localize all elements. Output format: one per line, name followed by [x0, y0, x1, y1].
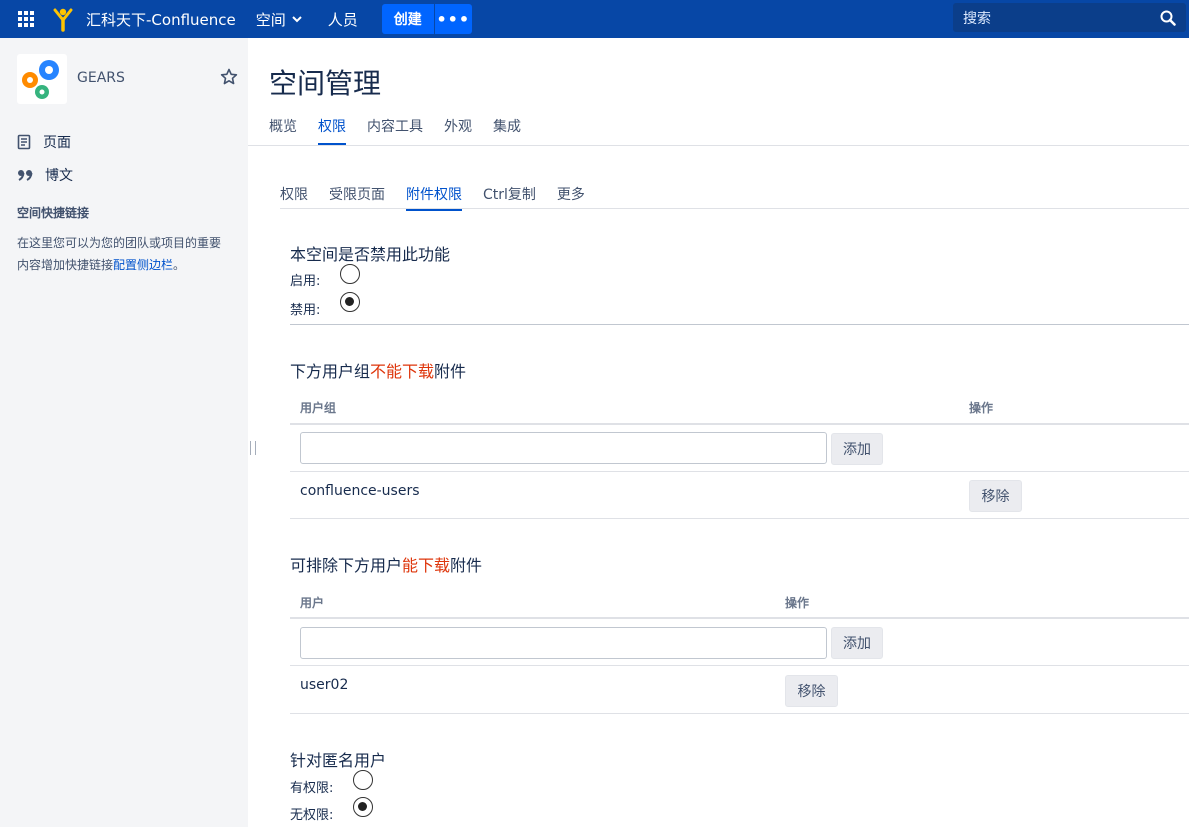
site-brand-name[interactable]: 汇科天下-Confluence	[86, 9, 236, 30]
sidebar-item-label: 页面	[43, 135, 71, 151]
subtab-more[interactable]: 更多	[557, 184, 585, 211]
add-group-button[interactable]: 添加	[831, 433, 883, 465]
column-header-user: 用户	[300, 596, 325, 610]
no-permission-radio[interactable]	[353, 797, 373, 817]
app-switcher-icon[interactable]	[0, 0, 52, 38]
space-name[interactable]: GEARS	[77, 70, 125, 86]
tabs-divider	[248, 145, 1189, 146]
tab-look-and-feel[interactable]: 外观	[444, 116, 472, 145]
shortcuts-desc-end: 。	[173, 258, 186, 272]
configure-sidebar-link[interactable]: 配置侧边栏	[113, 258, 173, 272]
remove-group-button[interactable]: 移除	[969, 480, 1022, 512]
user-section-title: 可排除下方用户能下载附件	[290, 552, 482, 576]
group-title-red: 不能下载	[370, 362, 435, 381]
nav-people-link[interactable]: 人员	[328, 9, 358, 30]
group-section-title: 下方用户组不能下载附件	[290, 358, 466, 382]
anon-section-title: 针对匿名用户	[290, 751, 387, 770]
shortcuts-description: 在这里您可以为您的团队或项目的重要内容增加快捷链接配置侧边栏。	[17, 232, 232, 276]
column-header-action: 操作	[969, 401, 994, 415]
table-header-line	[290, 617, 1189, 619]
user-name-input[interactable]	[300, 627, 827, 659]
subtab-permissions[interactable]: 权限	[280, 184, 308, 211]
tab-permissions[interactable]: 权限	[318, 116, 346, 145]
column-header-action: 操作	[785, 596, 810, 610]
subtab-attachment-permissions[interactable]: 附件权限	[406, 184, 462, 211]
subtab-restricted-pages[interactable]: 受限页面	[329, 184, 385, 211]
no-permission-label: 无权限:	[290, 808, 334, 823]
sidebar-item-label: 博文	[45, 168, 73, 184]
disable-label: 禁用:	[290, 303, 321, 318]
sidebar-resize-handle[interactable]	[250, 441, 256, 455]
chevron-down-icon	[292, 16, 302, 23]
page-icon	[17, 134, 31, 150]
group-title-post: 附件	[434, 362, 467, 381]
column-header-group: 用户组	[300, 401, 337, 415]
enable-label: 启用:	[290, 274, 321, 289]
create-more-button[interactable]: •••	[433, 4, 472, 34]
table-row-line	[290, 471, 1189, 472]
quote-icon	[18, 170, 33, 181]
search-placeholder: 搜索	[963, 10, 991, 27]
subtab-ctrl-copy[interactable]: Ctrl复制	[483, 184, 536, 211]
tab-integrations[interactable]: 集成	[493, 116, 521, 145]
space-logo-icon[interactable]	[17, 54, 67, 104]
disable-section-title: 本空间是否禁用此功能	[290, 245, 451, 264]
star-icon[interactable]	[220, 68, 238, 86]
user-title-red: 能下载	[402, 556, 451, 575]
confluence-logo-icon[interactable]	[52, 4, 76, 34]
sidebar-item-pages[interactable]: 页面	[17, 132, 71, 152]
page-title: 空间管理	[269, 67, 382, 100]
tab-content-tools[interactable]: 内容工具	[367, 116, 423, 145]
table-row-line	[290, 665, 1189, 666]
search-input[interactable]: 搜索	[953, 3, 1186, 32]
remove-user-button[interactable]: 移除	[785, 675, 838, 707]
table-row-line	[290, 713, 1189, 714]
admin-tabs: 概览 权限 内容工具 外观 集成	[269, 116, 521, 145]
group-title-pre: 下方用户组	[290, 362, 371, 381]
has-permission-label: 有权限:	[290, 781, 334, 796]
user-title-post: 附件	[450, 556, 483, 575]
has-permission-radio[interactable]	[353, 770, 373, 790]
sidebar-item-blog[interactable]: 博文	[17, 165, 73, 185]
table-row-group-name: confluence-users	[300, 483, 420, 499]
disable-radio[interactable]	[340, 292, 360, 312]
shortcuts-heading: 空间快捷链接	[17, 206, 90, 220]
enable-radio[interactable]	[340, 264, 360, 284]
table-header-line	[290, 423, 1189, 425]
tab-overview[interactable]: 概览	[269, 116, 297, 145]
add-user-button[interactable]: 添加	[831, 627, 883, 659]
create-button[interactable]: 创建	[381, 4, 434, 34]
search-icon	[1160, 10, 1176, 26]
top-navigation-bar: 汇科天下-Confluence 空间 人员 创建 ••• 搜索	[0, 0, 1189, 38]
nav-spaces-label: 空间	[255, 10, 286, 29]
nav-spaces-menu[interactable]: 空间	[256, 9, 302, 30]
table-row-user-name: user02	[300, 677, 349, 693]
subtabs-divider	[280, 208, 1189, 209]
user-title-pre: 可排除下方用户	[290, 556, 403, 575]
group-name-input[interactable]	[300, 432, 827, 464]
space-sidebar: GEARS 页面 博文 空间快捷链接 在这里您可以为您的团队或项目的重要内容增加…	[0, 38, 248, 827]
permission-subtabs: 权限 受限页面 附件权限 Ctrl复制 更多	[280, 184, 585, 211]
section-divider	[290, 324, 1189, 325]
table-row-line	[290, 518, 1189, 519]
